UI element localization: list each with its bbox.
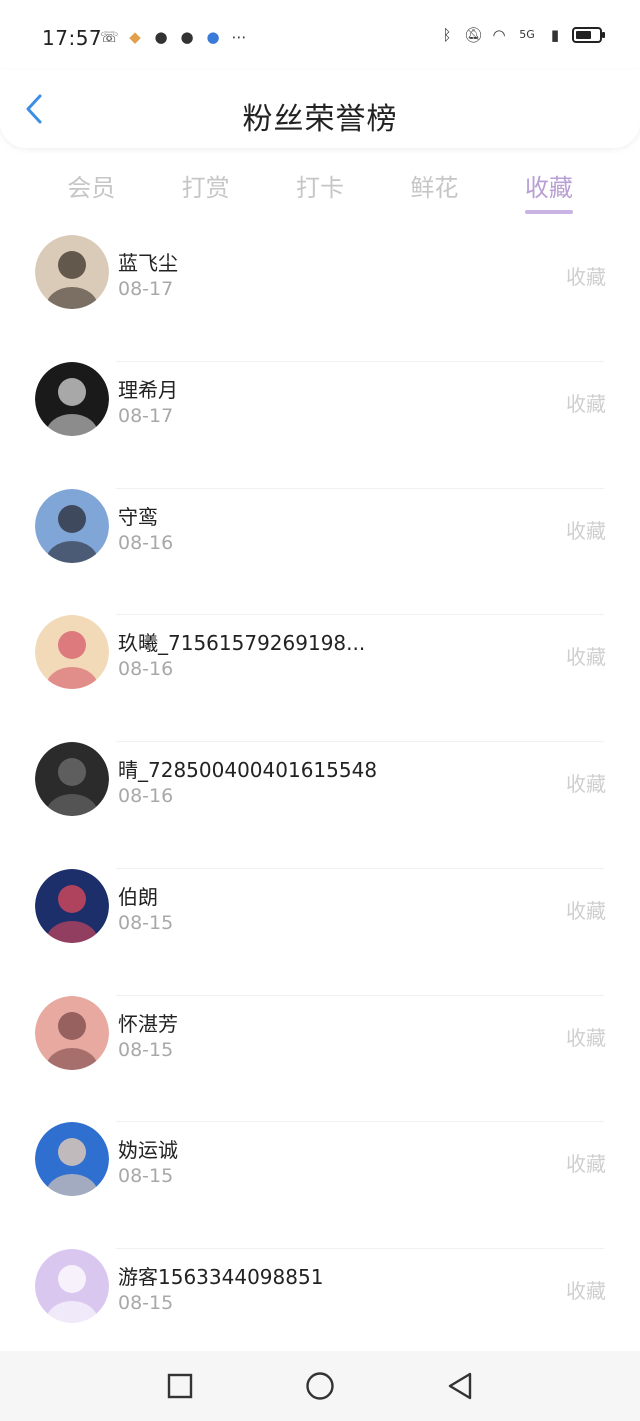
fan-list: 蓝飞尘 08-17 收藏 理希月 08-17 收藏 守鸾 08-16 收藏 玖曦_71561579… <box>0 235 640 1376</box>
favorite-date: 08-16 <box>118 785 174 807</box>
user-name: 怀湛芳 <box>118 1011 178 1036</box>
avatar[interactable] <box>35 615 109 690</box>
user-name: 晴_728500400401615548 <box>118 758 378 782</box>
avatar[interactable] <box>35 868 109 943</box>
list-item[interactable]: 伯朗 08-15 收藏 <box>0 868 640 996</box>
tab-1[interactable]: 打赏 <box>148 160 262 216</box>
status-bar: 17:57 ☏ ◆ ● ● ● ⋯ ᛒ 🔕︎ ◠ 5G ▮ <box>0 0 640 78</box>
missed-call-icon: ☏ <box>100 28 119 46</box>
user-name: 守鸾 <box>118 504 158 529</box>
back-nav-button[interactable] <box>445 1371 475 1401</box>
list-item[interactable]: 妫运诚 08-15 收藏 <box>0 1122 640 1249</box>
avatar[interactable] <box>35 995 109 1070</box>
avatar[interactable] <box>35 361 109 436</box>
tab-3[interactable]: 鲜花 <box>377 160 491 216</box>
user-name: 伯朗 <box>118 884 158 909</box>
list-item[interactable]: 玖曦_71561579269198... 08-16 收藏 <box>0 615 640 742</box>
user-name: 游客1563344098851 <box>118 1265 324 1289</box>
tab-bar: 会员 打赏 打卡 鲜花 收藏 <box>34 160 606 216</box>
list-item[interactable]: 晴_728500400401615548 08-16 收藏 <box>0 742 640 869</box>
favorite-label: 收藏 <box>566 391 606 416</box>
avatar-image <box>35 488 109 563</box>
favorite-date: 08-16 <box>118 658 174 681</box>
user-name: 妫运诚 <box>118 1138 178 1163</box>
wechat-icon: ● <box>180 28 194 46</box>
avatar[interactable] <box>35 1122 109 1197</box>
app-notification-icon: ◆ <box>129 28 141 46</box>
mute-icon: 🔕︎ <box>464 26 484 44</box>
list-item[interactable]: 蓝飞尘 08-17 收藏 <box>0 235 640 362</box>
tab-4[interactable]: 收藏 <box>492 160 606 216</box>
user-name: 蓝飞尘 <box>118 251 178 275</box>
triangle-back-icon <box>448 1372 472 1400</box>
favorite-date: 08-15 <box>118 1292 174 1314</box>
favorite-label: 收藏 <box>566 645 606 670</box>
avatar[interactable] <box>35 235 109 309</box>
favorite-label: 收藏 <box>566 1025 606 1050</box>
home-button[interactable] <box>305 1371 335 1401</box>
avatar-image <box>35 868 109 943</box>
favorite-date: 08-15 <box>118 911 174 934</box>
avatar-image <box>35 615 109 690</box>
avatar-image <box>35 1122 109 1197</box>
favorite-date: 08-15 <box>118 1165 174 1188</box>
recents-button[interactable] <box>165 1371 195 1401</box>
system-status-icons: ᛒ 🔕︎ ◠ 5G ▮ <box>438 26 605 44</box>
favorite-label: 收藏 <box>566 518 606 543</box>
tab-2[interactable]: 打卡 <box>263 160 377 216</box>
square-icon <box>167 1373 193 1399</box>
favorite-label: 收藏 <box>566 1152 606 1177</box>
avatar[interactable] <box>35 488 109 563</box>
user-name: 理希月 <box>118 377 178 402</box>
circle-icon <box>306 1372 334 1400</box>
favorite-date: 08-15 <box>118 1038 174 1061</box>
avatar-image <box>35 1249 109 1323</box>
favorite-label: 收藏 <box>566 898 606 923</box>
list-item[interactable]: 守鸾 08-16 收藏 <box>0 488 640 616</box>
list-item[interactable]: 怀湛芳 08-15 收藏 <box>0 995 640 1123</box>
list-item[interactable]: 理希月 08-17 收藏 <box>0 361 640 489</box>
tab-0[interactable]: 会员 <box>34 160 148 216</box>
notification-icons: ☏ ◆ ● ● ● ⋯ <box>100 28 248 46</box>
avatar-image <box>35 742 109 816</box>
system-nav-bar <box>0 1351 640 1421</box>
page-title: 粉丝荣誉榜 <box>242 102 398 137</box>
favorite-date: 08-17 <box>118 278 174 300</box>
avatar[interactable] <box>35 742 109 816</box>
favorite-label: 收藏 <box>566 772 606 796</box>
status-time: 17:57 <box>42 26 103 50</box>
avatar-image <box>35 361 109 436</box>
favorite-date: 08-16 <box>118 531 174 554</box>
avatar-image <box>35 235 109 309</box>
browser-icon: ● <box>206 28 220 46</box>
avatar[interactable] <box>35 1249 109 1323</box>
favorite-date: 08-17 <box>118 404 174 427</box>
wifi-icon: ◠ <box>492 26 506 44</box>
favorite-label: 收藏 <box>566 265 606 289</box>
favorite-label: 收藏 <box>566 1279 606 1303</box>
wechat-icon: ● <box>154 28 168 46</box>
signal-icon: ▮ <box>550 26 560 44</box>
user-name: 玖曦_71561579269198... <box>118 631 366 656</box>
bluetooth-icon: ᛒ <box>442 26 452 44</box>
page-header: 粉丝荣誉榜 <box>0 70 640 148</box>
avatar-image <box>35 995 109 1070</box>
signal-icon: 5G <box>519 28 535 41</box>
more-notifications-icon: ⋯ <box>231 28 247 46</box>
battery-icon <box>572 27 605 43</box>
